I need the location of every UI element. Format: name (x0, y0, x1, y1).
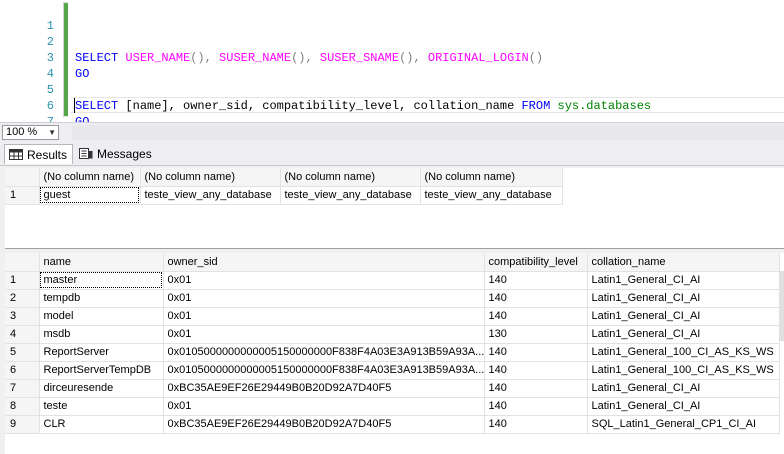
editor-line-4[interactable]: 4 (0, 50, 784, 81)
table-cell[interactable]: 140 (484, 289, 588, 308)
table-row[interactable]: 6 ReportServerTempDB 0x0105000000000005150… (5, 361, 780, 380)
table-row[interactable]: 8 teste 0x01 140 Latin1_General_CI_AI (5, 397, 780, 416)
editor-line-1[interactable]: 1 (0, 2, 784, 33)
tab-messages-label: Messages (97, 147, 152, 161)
table-cell[interactable]: CLR (39, 415, 164, 434)
table-cell[interactable]: Latin1_General_100_CI_AS_KS_WS (587, 361, 780, 380)
row-number[interactable]: 6 (5, 361, 40, 380)
editor-line-3[interactable]: 3 GO (0, 34, 784, 81)
table-cell[interactable]: 140 (484, 397, 588, 416)
table-cell[interactable]: 0x01 (163, 271, 485, 290)
table-row[interactable]: 1 master 0x01 140 Latin1_General_CI_AI (5, 271, 780, 290)
table-row[interactable]: 7 dirceuresende 0xBC35AE9EF26E29449B0B20D9… (5, 379, 780, 398)
query-editor[interactable]: 1 2 SELECT USER_NAME(), SUSER_NAME(), SU… (0, 0, 784, 129)
column-header-compatibility-level[interactable]: compatibility_level (484, 253, 588, 272)
table-cell[interactable]: Latin1_General_CI_AI (587, 379, 780, 398)
text-cursor (74, 98, 75, 113)
table-cell[interactable]: teste (39, 397, 164, 416)
result-table-2: name owner_sid compatibility_level colla… (5, 253, 780, 434)
result-grid-1[interactable]: (No column name) (No column name) (No co… (5, 168, 784, 249)
row-number[interactable]: 1 (5, 271, 40, 290)
row-number[interactable]: 9 (5, 415, 40, 434)
table-cell[interactable]: dirceuresende (39, 379, 164, 398)
table-cell[interactable]: SQL_Latin1_General_CP1_CI_AI (587, 415, 780, 434)
table-cell[interactable]: 140 (484, 307, 588, 326)
row-number-header (5, 253, 40, 272)
column-header-owner-sid[interactable]: owner_sid (163, 253, 485, 272)
editor-line-5[interactable]: 5 SELECT [name], owner_sid, compatibilit… (0, 66, 784, 113)
chevron-down-icon[interactable]: ▼ (48, 126, 56, 139)
editor-status-bar: 100 % ▼ (0, 122, 784, 142)
column-header-collation-name[interactable]: collation_name (587, 253, 780, 272)
table-cell[interactable]: ReportServerTempDB (39, 361, 164, 380)
table-cell[interactable]: Latin1_General_100_CI_AS_KS_WS (587, 343, 780, 362)
table-row[interactable]: 9 CLR 0xBC35AE9EF26E29449B0B20D92A7D40F5 14… (5, 415, 780, 434)
editor-line-6[interactable]: 6 GO (0, 82, 784, 129)
table-row[interactable]: 1 guest teste_view_any_database teste_vi… (5, 186, 563, 205)
result-table-1: (No column name) (No column name) (No co… (5, 168, 563, 205)
table-cell[interactable]: 0x01 (163, 307, 485, 326)
table-cell[interactable]: teste_view_any_database (140, 186, 281, 205)
table-cell[interactable]: Latin1_General_CI_AI (587, 307, 780, 326)
table-cell[interactable]: teste_view_any_database (280, 186, 421, 205)
table-cell[interactable]: ReportServer (39, 343, 164, 362)
table-cell[interactable]: 0x0105000000000005150000000F838F4A03E3A9… (163, 343, 485, 362)
row-number[interactable]: 1 (5, 186, 40, 205)
table-cell[interactable]: 130 (484, 325, 588, 344)
table-cell[interactable]: msdb (39, 325, 164, 344)
table-cell[interactable]: 0x01 (163, 325, 485, 344)
zoom-select[interactable]: 100 % ▼ (2, 125, 59, 140)
table-cell[interactable]: 140 (484, 343, 588, 362)
table-cell[interactable]: teste_view_any_database (420, 186, 563, 205)
editor-line-7[interactable]: 7 (0, 98, 784, 129)
vertical-scrollbar[interactable] (779, 271, 784, 341)
editor-line-2[interactable]: 2 SELECT USER_NAME(), SUSER_NAME(), SUSE… (0, 18, 784, 65)
table-row[interactable]: 2 tempdb 0x01 140 Latin1_General_CI_AI (5, 289, 780, 308)
messages-icon (79, 148, 93, 159)
results-pane: (No column name) (No column name) (No co… (0, 165, 784, 454)
table-cell[interactable]: Latin1_General_CI_AI (587, 397, 780, 416)
table-cell[interactable]: 0xBC35AE9EF26E29449B0B20D92A7D40F5 (163, 415, 485, 434)
tab-results-label: Results (27, 148, 68, 162)
row-number[interactable]: 4 (5, 325, 40, 344)
table-cell[interactable]: 0x01 (163, 289, 485, 308)
table-cell[interactable]: guest (39, 186, 141, 205)
table-cell[interactable]: tempdb (39, 289, 164, 308)
tab-messages[interactable]: Messages (75, 144, 155, 164)
table-cell[interactable]: model (39, 307, 164, 326)
column-header-name[interactable]: name (39, 253, 164, 272)
horizontal-scrollbar[interactable] (72, 125, 784, 140)
table-cell[interactable]: Latin1_General_CI_AI (587, 325, 780, 344)
zoom-value: 100 % (6, 126, 38, 138)
table-cell[interactable]: 0xBC35AE9EF26E29449B0B20D92A7D40F5 (163, 379, 485, 398)
table-cell[interactable]: 140 (484, 361, 588, 380)
table-row[interactable]: 4 msdb 0x01 130 Latin1_General_CI_AI (5, 325, 780, 344)
results-tab-strip: Results Messages (0, 142, 784, 165)
column-header[interactable]: (No column name) (280, 168, 421, 187)
table-row[interactable]: 5 ReportServer 0x0105000000000005150000000… (5, 343, 780, 362)
table-cell[interactable]: 140 (484, 271, 588, 290)
column-header[interactable]: (No column name) (140, 168, 281, 187)
result-grid-2[interactable]: name owner_sid compatibility_level colla… (5, 253, 784, 454)
column-header[interactable]: (No column name) (420, 168, 563, 187)
table-cell[interactable]: 0x0105000000000005150000000F838F4A03E3A9… (163, 361, 485, 380)
tab-results[interactable]: Results (4, 144, 73, 164)
row-number[interactable]: 8 (5, 397, 40, 416)
table-cell[interactable]: Latin1_General_CI_AI (587, 289, 780, 308)
table-cell[interactable]: 140 (484, 379, 588, 398)
table-cell[interactable]: 140 (484, 415, 588, 434)
row-number[interactable]: 7 (5, 379, 40, 398)
table-cell[interactable]: 0x01 (163, 397, 485, 416)
row-number[interactable]: 3 (5, 307, 40, 326)
grid-icon (9, 149, 23, 160)
header-row: (No column name) (No column name) (No co… (5, 168, 563, 187)
table-cell[interactable]: Latin1_General_CI_AI (587, 271, 780, 290)
table-cell[interactable]: master (39, 271, 164, 290)
column-header[interactable]: (No column name) (39, 168, 141, 187)
row-number[interactable]: 2 (5, 289, 40, 308)
row-number-header (5, 168, 40, 187)
row-number[interactable]: 5 (5, 343, 40, 362)
table-row[interactable]: 3 model 0x01 140 Latin1_General_CI_AI (5, 307, 780, 326)
header-row: name owner_sid compatibility_level colla… (5, 253, 780, 272)
